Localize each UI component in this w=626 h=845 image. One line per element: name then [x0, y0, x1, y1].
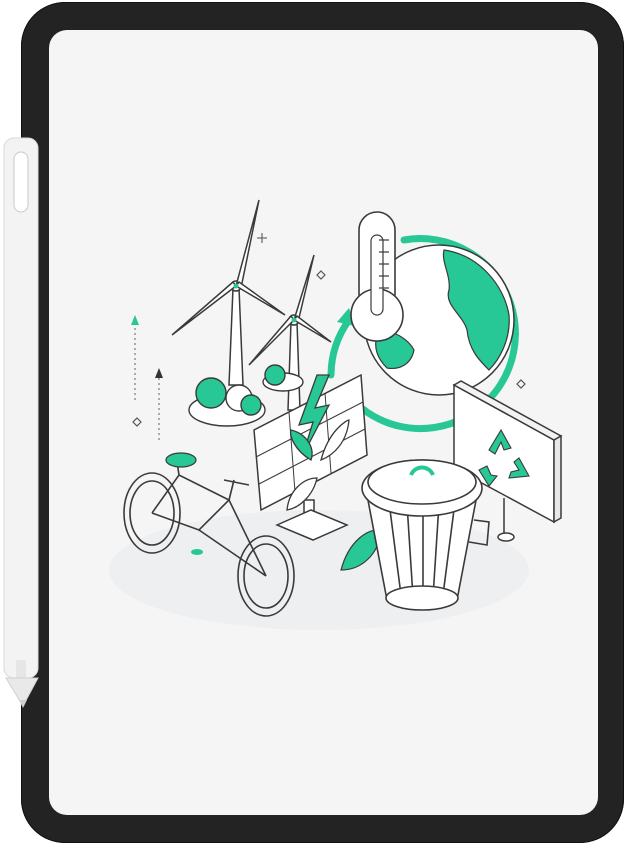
eco-illustration: [109, 199, 563, 630]
sparkle-icon: [257, 233, 267, 243]
thermometer-icon: [350, 211, 404, 342]
pencil-stylus: [3, 137, 39, 708]
arrow-up-icon: [131, 315, 163, 440]
wind-turbine-icon: [171, 199, 332, 411]
tablet-frame: [21, 2, 624, 843]
tablet-screen: [49, 30, 598, 815]
bicycle-saddle: [165, 452, 197, 468]
bicycle-pedal: [191, 549, 203, 555]
